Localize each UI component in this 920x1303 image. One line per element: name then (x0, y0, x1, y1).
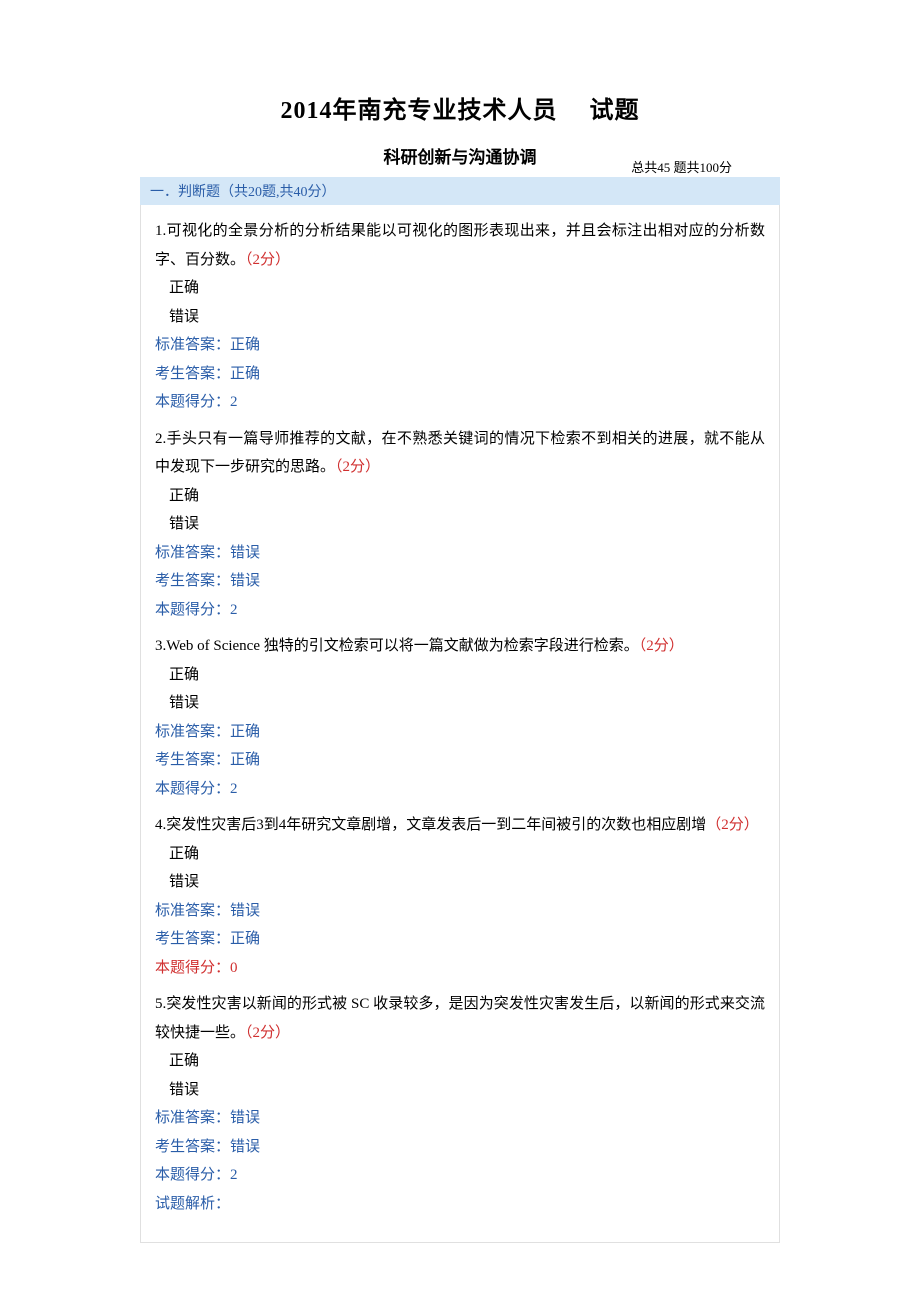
question-1: 1.可视化的全景分析的分析结果能以可视化的图形表现出来，并且会标注出相对应的分析… (155, 217, 765, 417)
question-4: 4.突发性灾害后3到4年研究文章剧增，文章发表后一到二年间被引的次数也相应剧增（… (155, 811, 765, 982)
meta-summary: 总共45 题共100分 (631, 157, 732, 176)
analysis-label: 试题解析： (155, 1190, 765, 1219)
option-false[interactable]: 错误 (155, 303, 765, 332)
question-text: 4.突发性灾害后3到4年研究文章剧增，文章发表后一到二年间被引的次数也相应剧增（… (155, 811, 765, 840)
question-score: 本题得分：2 (155, 1161, 765, 1190)
option-false[interactable]: 错误 (155, 689, 765, 718)
option-false[interactable]: 错误 (155, 510, 765, 539)
question-score: 本题得分：0 (155, 954, 765, 983)
points: （2分） (335, 459, 380, 475)
title-part1: 2014年南充专业技术人员 (281, 98, 558, 124)
title-part2: 试题 (590, 98, 640, 124)
candidate-answer: 考生答案：正确 (155, 925, 765, 954)
candidate-answer: 考生答案：错误 (155, 567, 765, 596)
question-3: 3.Web of Science 独特的引文检索可以将一篇文献做为检索字段进行检… (155, 632, 765, 803)
question-text: 5.突发性灾害以新闻的形式被 SC 收录较多，是因为突发性灾害发生后，以新闻的形… (155, 990, 765, 1047)
option-true[interactable]: 正确 (155, 482, 765, 511)
question-score: 本题得分：2 (155, 775, 765, 804)
questions-container: 1.可视化的全景分析的分析结果能以可视化的图形表现出来，并且会标注出相对应的分析… (140, 205, 780, 1243)
question-text: 2.手头只有一篇导师推荐的文献，在不熟悉关键词的情况下检索不到相关的进展，就不能… (155, 425, 765, 482)
candidate-answer: 考生答案：错误 (155, 1133, 765, 1162)
question-5: 5.突发性灾害以新闻的形式被 SC 收录较多，是因为突发性灾害发生后，以新闻的形… (155, 990, 765, 1218)
option-true[interactable]: 正确 (155, 661, 765, 690)
question-text: 1.可视化的全景分析的分析结果能以可视化的图形表现出来，并且会标注出相对应的分析… (155, 217, 765, 274)
question-score: 本题得分：2 (155, 388, 765, 417)
question-text: 3.Web of Science 独特的引文检索可以将一篇文献做为检索字段进行检… (155, 632, 765, 661)
standard-answer: 标准答案：错误 (155, 539, 765, 568)
standard-answer: 标准答案：正确 (155, 331, 765, 360)
question-2: 2.手头只有一篇导师推荐的文献，在不熟悉关键词的情况下检索不到相关的进展，就不能… (155, 425, 765, 625)
candidate-answer: 考生答案：正确 (155, 360, 765, 389)
option-true[interactable]: 正确 (155, 274, 765, 303)
standard-answer: 标准答案：错误 (155, 1104, 765, 1133)
section-header: 一．判断题（共20题,共40分） (140, 177, 780, 205)
option-false[interactable]: 错误 (155, 1076, 765, 1105)
points: （2分） (245, 1025, 290, 1041)
option-true[interactable]: 正确 (155, 1047, 765, 1076)
question-score: 本题得分：2 (155, 596, 765, 625)
points: （2分） (245, 252, 290, 268)
points: （2分） (706, 817, 759, 833)
points: （2分） (639, 638, 684, 654)
page-title: 2014年南充专业技术人员 试题 (140, 90, 780, 125)
option-true[interactable]: 正确 (155, 840, 765, 869)
standard-answer: 标准答案：正确 (155, 718, 765, 747)
option-false[interactable]: 错误 (155, 868, 765, 897)
candidate-answer: 考生答案：正确 (155, 746, 765, 775)
standard-answer: 标准答案：错误 (155, 897, 765, 926)
